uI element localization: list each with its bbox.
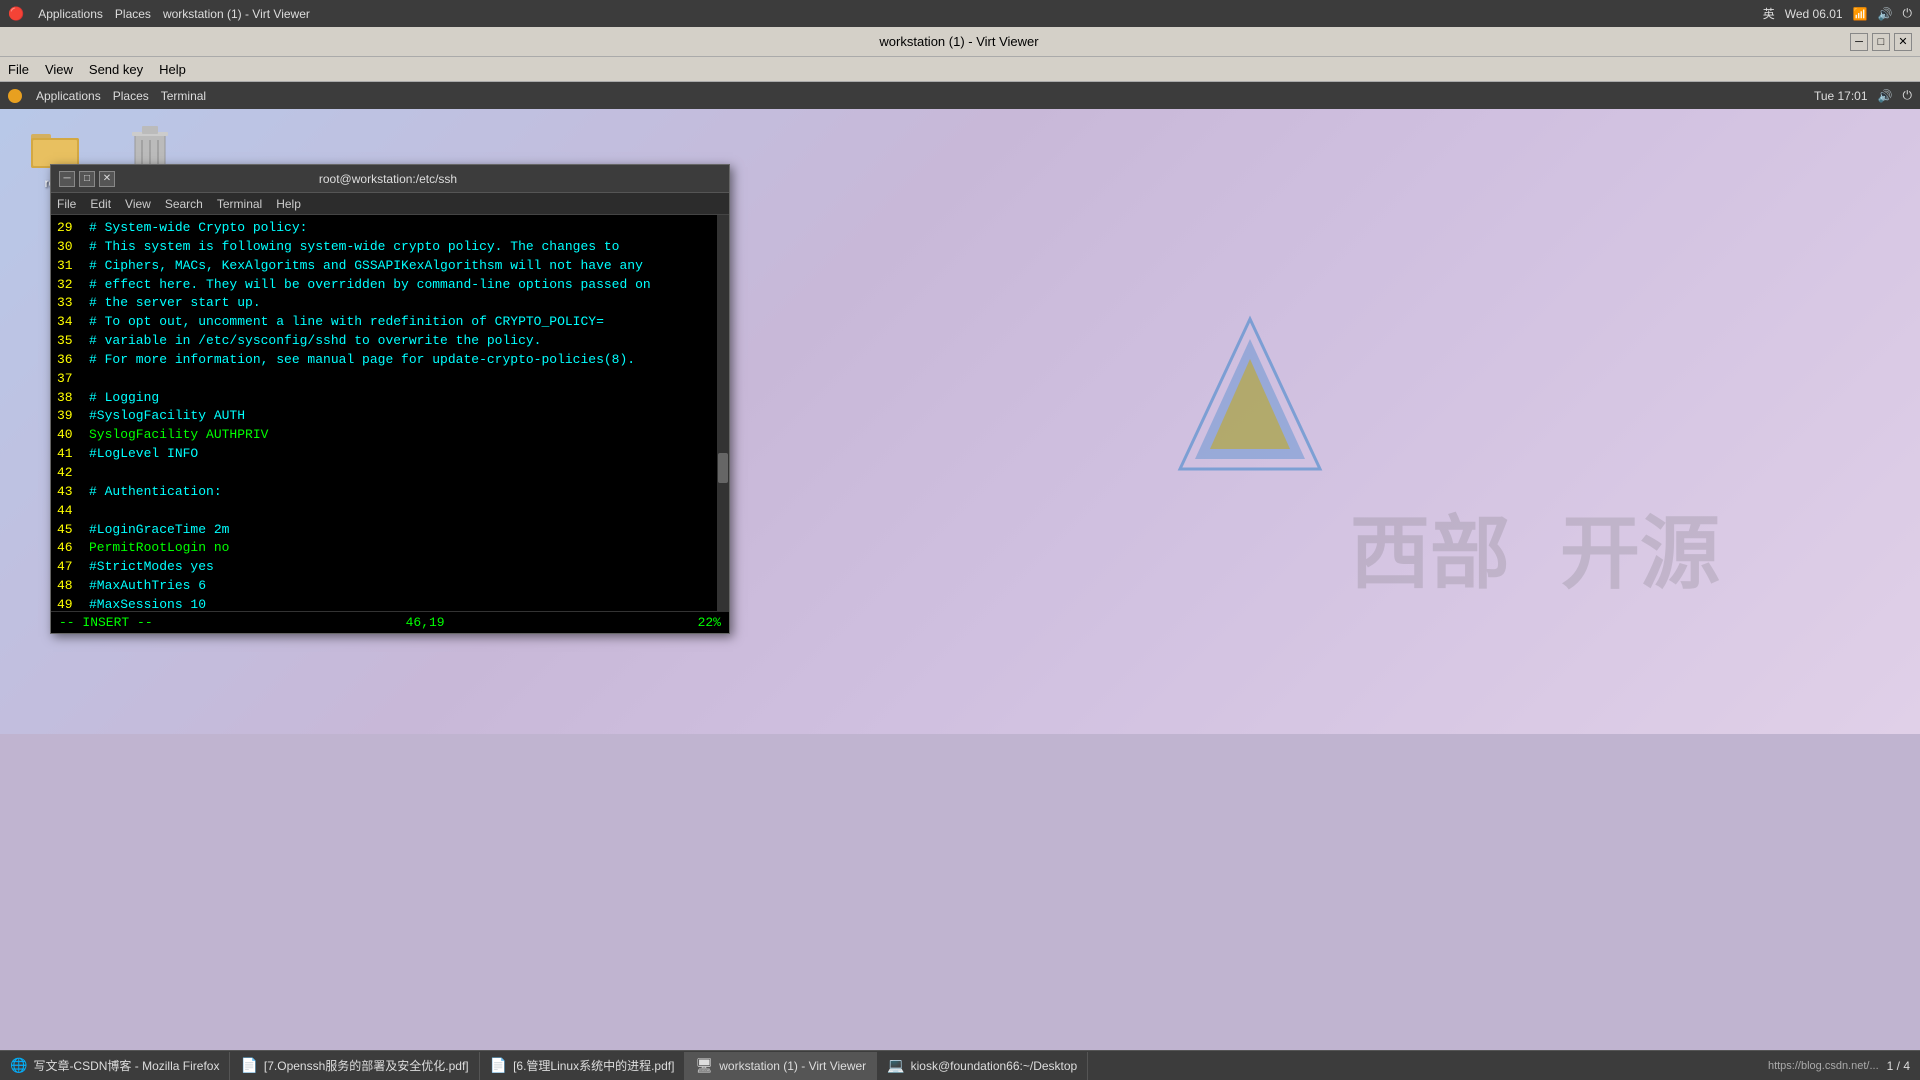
outer-topbar-left: 🔴 Applications Places workstation (1) - … bbox=[8, 6, 310, 22]
terminal-line-34: 34# To opt out, uncomment a line with re… bbox=[57, 313, 723, 332]
terminal-window: ─ □ ✕ root@workstation:/etc/ssh File Edi… bbox=[50, 164, 730, 634]
inner-applications-menu[interactable]: Applications bbox=[36, 89, 101, 103]
taskbar-item-terminal-label: kiosk@foundation66:~/Desktop bbox=[911, 1059, 1078, 1073]
pdf2-icon: 📄 bbox=[490, 1057, 507, 1074]
virt-minimize-button[interactable]: ─ bbox=[1850, 33, 1868, 51]
terminal-maximize-btn[interactable]: □ bbox=[79, 171, 95, 187]
terminal-line-41: 41#LogLevel INFO bbox=[57, 445, 723, 464]
virtviewer-icon: 🖥 bbox=[695, 1057, 713, 1074]
inner-volume-icon: 🔊 bbox=[1878, 89, 1893, 103]
terminal-line-42: 42 bbox=[57, 464, 723, 483]
terminal-content-area[interactable]: 29# System-wide Crypto policy: 30# This … bbox=[51, 215, 729, 611]
terminal-menu-file[interactable]: File bbox=[57, 197, 76, 211]
taskbar-item-pdf1-label: [7.Openssh服务的部署及安全优化.pdf] bbox=[264, 1057, 469, 1074]
terminal-line-45: 45#LoginGraceTime 2m bbox=[57, 521, 723, 540]
terminal-menu-edit[interactable]: Edit bbox=[90, 197, 111, 211]
terminal-menu-terminal[interactable]: Terminal bbox=[217, 197, 262, 211]
inner-app-icon bbox=[8, 89, 22, 103]
virt-menubar: File View Send key Help bbox=[0, 57, 1920, 82]
terminal-close-btn[interactable]: ✕ bbox=[99, 171, 115, 187]
terminal-window-controls[interactable]: ─ □ ✕ bbox=[59, 171, 115, 187]
taskbar-page-count: 1 / 4 bbox=[1887, 1059, 1910, 1073]
terminal-line-38: 38# Logging bbox=[57, 389, 723, 408]
inner-topbar-left: Applications Places Terminal bbox=[8, 89, 206, 103]
inner-topbar: Applications Places Terminal Tue 17:01 🔊… bbox=[0, 82, 1920, 109]
terminal-line-40: 40SyslogFacility AUTHPRIV bbox=[57, 426, 723, 445]
taskbar-url: https://blog.csdn.net/... bbox=[1768, 1060, 1879, 1072]
terminal-content: 29# System-wide Crypto policy: 30# This … bbox=[51, 215, 729, 611]
outer-signal-icon: 📶 bbox=[1853, 7, 1868, 21]
terminal-title: root@workstation:/etc/ssh bbox=[115, 172, 661, 186]
watermark-xibu: 西部 bbox=[1350, 489, 1510, 605]
terminal-line-32: 32# effect here. They will be overridden… bbox=[57, 276, 723, 295]
terminal-line-37: 37 bbox=[57, 370, 723, 389]
outer-app-icon: 🔴 bbox=[8, 6, 24, 22]
terminal-position: 46,19 bbox=[406, 615, 445, 630]
virt-maximize-button[interactable]: □ bbox=[1872, 33, 1890, 51]
pdf1-icon: 📄 bbox=[240, 1057, 257, 1074]
virt-menu-file[interactable]: File bbox=[8, 62, 29, 77]
terminal-line-46: 46PermitRootLogin no bbox=[57, 539, 723, 558]
terminal-line-39: 39#SyslogFacility AUTH bbox=[57, 407, 723, 426]
terminal-line-35: 35# variable in /etc/sysconfig/sshd to o… bbox=[57, 332, 723, 351]
terminal-line-29: 29# System-wide Crypto policy: bbox=[57, 219, 723, 238]
taskbar-item-pdf1[interactable]: 📄 [7.Openssh服务的部署及安全优化.pdf] bbox=[230, 1052, 479, 1080]
inner-topbar-right: Tue 17:01 🔊 ⏻ bbox=[1814, 88, 1912, 103]
terminal-mode: -- INSERT -- bbox=[59, 615, 153, 630]
terminal-percent: 22% bbox=[698, 615, 721, 630]
desktop-logo bbox=[1160, 309, 1340, 509]
virt-menu-sendkey[interactable]: Send key bbox=[89, 62, 143, 77]
terminal-line-33: 33# the server start up. bbox=[57, 294, 723, 313]
terminal-line-43: 43# Authentication: bbox=[57, 483, 723, 502]
taskbar-item-pdf2[interactable]: 📄 [6.管理Linux系统中的进程.pdf] bbox=[480, 1052, 686, 1080]
inner-terminal-menu[interactable]: Terminal bbox=[161, 89, 206, 103]
terminal-line-49: 49#MaxSessions 10 bbox=[57, 596, 723, 611]
desktop: root Trash 开源 西部 ─ □ ✕ bbox=[0, 109, 1920, 734]
terminal-statusbar: -- INSERT -- 46,19 22% bbox=[51, 611, 729, 633]
virt-menu-view[interactable]: View bbox=[45, 62, 73, 77]
virt-close-button[interactable]: ✕ bbox=[1894, 33, 1912, 51]
inner-time: Tue 17:01 bbox=[1814, 89, 1868, 103]
virt-window-title: workstation (1) - Virt Viewer bbox=[68, 34, 1850, 49]
watermark-kaiyuan: 开源 bbox=[1560, 489, 1720, 605]
terminal-line-48: 48#MaxAuthTries 6 bbox=[57, 577, 723, 596]
taskbar: 🌐 写文章-CSDN博客 - Mozilla Firefox 📄 [7.Open… bbox=[0, 1050, 1920, 1080]
outer-topbar-right: 英 Wed 06.01 📶 🔊 ⏻ bbox=[1763, 5, 1912, 22]
taskbar-right: https://blog.csdn.net/... 1 / 4 bbox=[1768, 1059, 1920, 1073]
outer-lang-indicator: 英 bbox=[1763, 5, 1775, 22]
terminal-scrollbar-thumb[interactable] bbox=[718, 453, 728, 483]
virt-window-controls[interactable]: ─ □ ✕ bbox=[1850, 33, 1912, 51]
terminal-menu-search[interactable]: Search bbox=[165, 197, 203, 211]
taskbar-item-virtviewer-label: workstation (1) - Virt Viewer bbox=[719, 1059, 866, 1073]
virt-titlebar: workstation (1) - Virt Viewer ─ □ ✕ bbox=[0, 27, 1920, 57]
outer-volume-icon: 🔊 bbox=[1878, 7, 1893, 21]
outer-applications-menu[interactable]: Applications bbox=[38, 7, 103, 21]
outer-power-icon: ⏻ bbox=[1903, 6, 1913, 21]
terminal-line-31: 31# Ciphers, MACs, KexAlgoritms and GSSA… bbox=[57, 257, 723, 276]
taskbar-item-pdf2-label: [6.管理Linux系统中的进程.pdf] bbox=[513, 1057, 674, 1074]
outer-system-bar: 🔴 Applications Places workstation (1) - … bbox=[0, 0, 1920, 27]
inner-places-menu[interactable]: Places bbox=[113, 89, 149, 103]
taskbar-item-firefox[interactable]: 🌐 写文章-CSDN博客 - Mozilla Firefox bbox=[0, 1052, 230, 1080]
terminal-minimize-btn[interactable]: ─ bbox=[59, 171, 75, 187]
outer-window-title-menubar: workstation (1) - Virt Viewer bbox=[163, 7, 310, 21]
outer-datetime: Wed 06.01 bbox=[1785, 7, 1843, 21]
taskbar-item-terminal[interactable]: 💻 kiosk@foundation66:~/Desktop bbox=[877, 1052, 1088, 1080]
inner-power-icon: ⏻ bbox=[1903, 88, 1913, 103]
virt-menu-help[interactable]: Help bbox=[159, 62, 186, 77]
terminal-icon: 💻 bbox=[887, 1057, 904, 1074]
outer-places-menu[interactable]: Places bbox=[115, 7, 151, 21]
terminal-menubar: File Edit View Search Terminal Help bbox=[51, 193, 729, 215]
terminal-line-47: 47#StrictModes yes bbox=[57, 558, 723, 577]
terminal-menu-help[interactable]: Help bbox=[276, 197, 301, 211]
terminal-titlebar: ─ □ ✕ root@workstation:/etc/ssh bbox=[51, 165, 729, 193]
firefox-icon: 🌐 bbox=[10, 1057, 27, 1074]
terminal-line-30: 30# This system is following system-wide… bbox=[57, 238, 723, 257]
taskbar-item-virtviewer[interactable]: 🖥 workstation (1) - Virt Viewer bbox=[685, 1052, 877, 1080]
terminal-line-44: 44 bbox=[57, 502, 723, 521]
taskbar-item-firefox-label: 写文章-CSDN博客 - Mozilla Firefox bbox=[33, 1057, 219, 1074]
terminal-line-36: 36# For more information, see manual pag… bbox=[57, 351, 723, 370]
terminal-scrollbar[interactable] bbox=[717, 215, 729, 611]
terminal-menu-view[interactable]: View bbox=[125, 197, 151, 211]
